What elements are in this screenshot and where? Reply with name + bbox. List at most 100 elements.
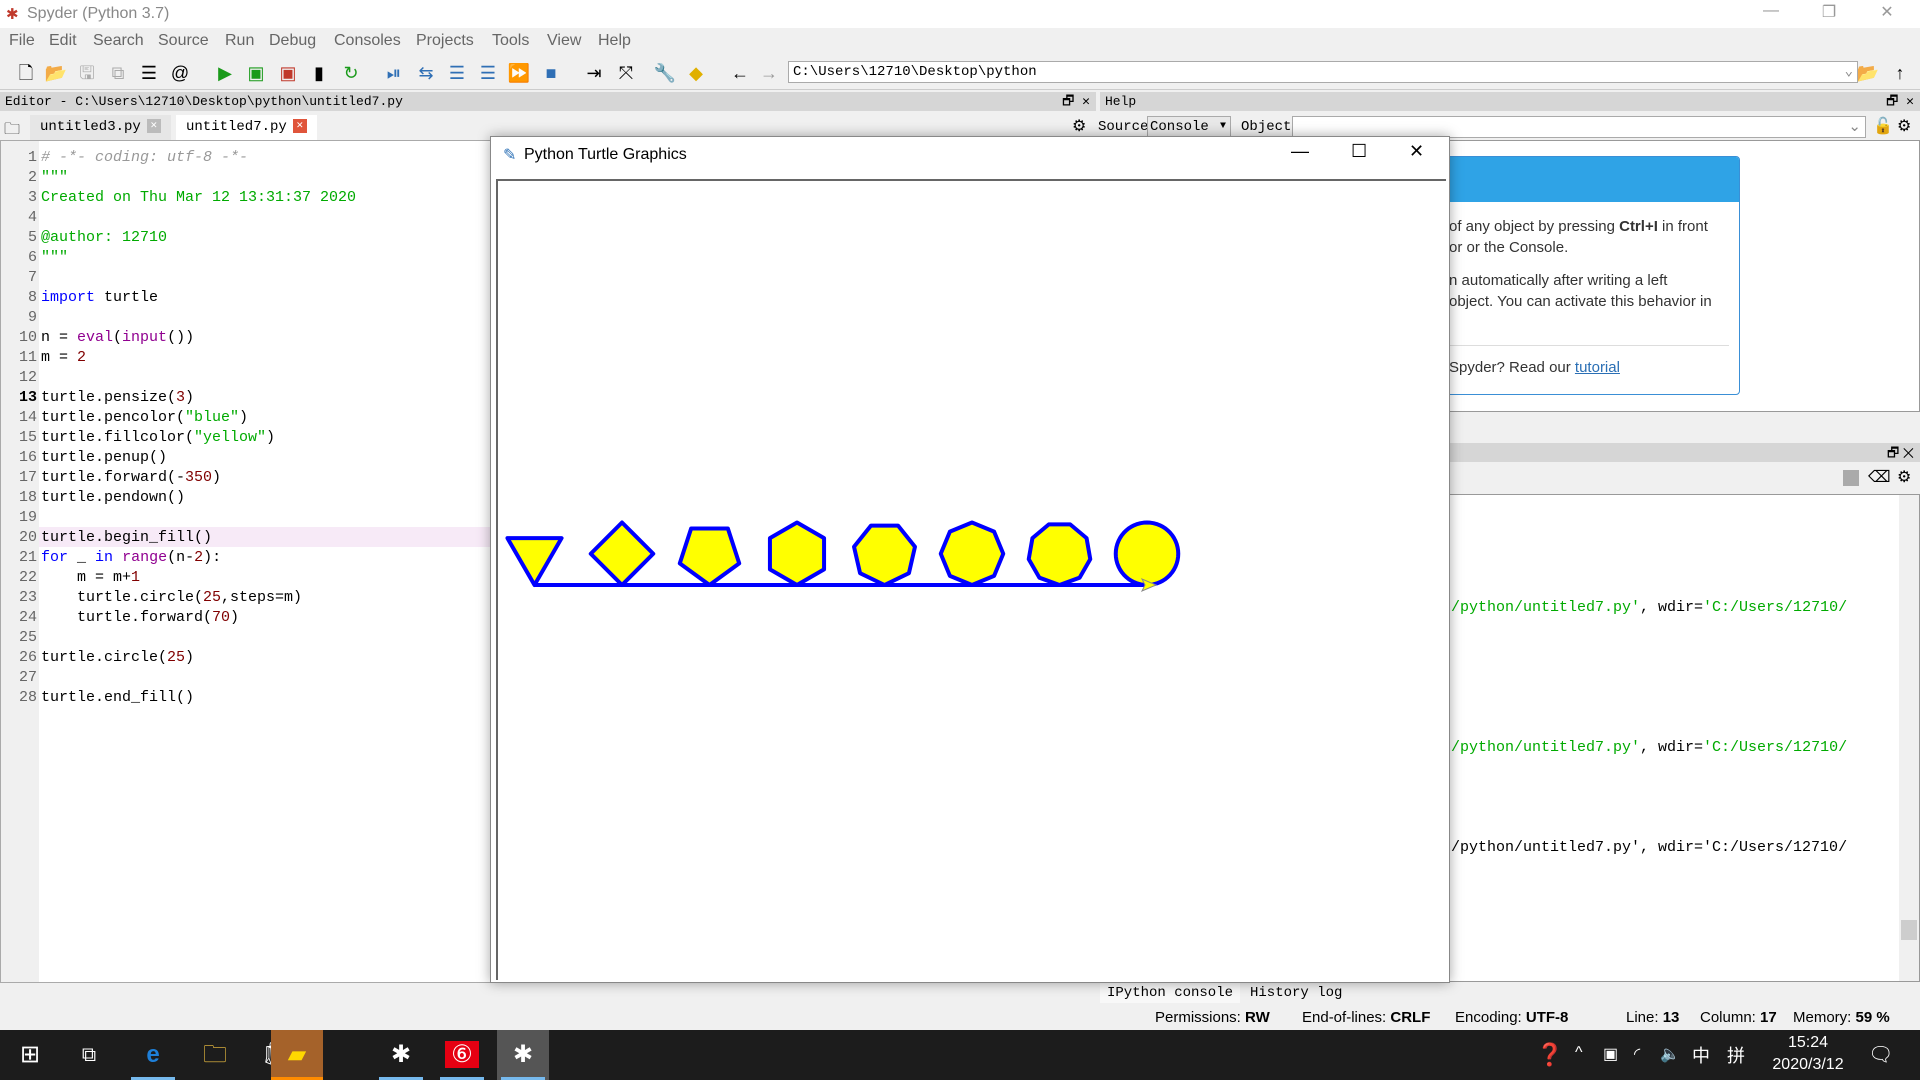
maximize-pane-icon[interactable]: ⇥: [582, 61, 606, 85]
tab-untitled3-py[interactable]: untitled3.py ✕: [30, 115, 171, 140]
show-hidden-icons[interactable]: ^: [1575, 1044, 1583, 1062]
step-into-icon[interactable]: ☰: [445, 61, 469, 85]
python-path-icon[interactable]: ◆: [684, 61, 708, 85]
wifi-icon[interactable]: ◜: [1634, 1044, 1640, 1064]
open-file-icon[interactable]: 📂: [44, 61, 68, 85]
maximize-button[interactable]: ☐: [1351, 141, 1367, 162]
undock-close-icons[interactable]: 🗗 ✕: [1886, 92, 1914, 111]
menu-search[interactable]: Search: [93, 32, 144, 50]
new-file-icon[interactable]: 🗋: [14, 61, 38, 85]
menu-edit[interactable]: Edit: [49, 32, 77, 50]
forward-arrow-icon[interactable]: →: [757, 61, 781, 85]
circle: [1113, 520, 1181, 587]
close-button[interactable]: ✕: [1409, 141, 1424, 162]
tutorial-link[interactable]: tutorial: [1575, 359, 1620, 376]
undock-close-icons[interactable]: 🗗 ✕: [1062, 92, 1090, 111]
source-select[interactable]: Console ▼: [1147, 116, 1231, 138]
eraser-icon[interactable]: ⌫: [1868, 467, 1891, 487]
line-number: 1: [27, 149, 37, 166]
console-scrollbar[interactable]: [1899, 495, 1919, 981]
code-line: turtle.circle(25): [41, 649, 194, 666]
menu-run[interactable]: Run: [225, 32, 254, 50]
restore-button[interactable]: ❐: [1809, 2, 1849, 26]
run-cell-advance-icon[interactable]: ▣: [276, 61, 300, 85]
menu-consoles[interactable]: Consoles: [334, 32, 401, 50]
line-number: 27: [18, 669, 37, 686]
close-tab-icon[interactable]: ✕: [146, 119, 161, 134]
at-icon[interactable]: @: [168, 61, 192, 85]
menu-debug[interactable]: Debug: [269, 32, 316, 50]
menu-projects[interactable]: Projects: [416, 32, 474, 50]
menu-tools[interactable]: Tools: [492, 32, 529, 50]
stop-kernel-icon[interactable]: [1843, 470, 1859, 486]
stop-icon[interactable]: ■: [539, 61, 563, 85]
notification-icon[interactable]: 🗨: [1868, 1042, 1893, 1067]
browse-folder-icon[interactable]: 📂: [1856, 61, 1880, 85]
clock-date[interactable]: 2020/3/12: [1768, 1056, 1848, 1074]
back-arrow-icon[interactable]: ←: [728, 61, 752, 85]
tab-history-log[interactable]: History log: [1250, 983, 1350, 1003]
gear-icon[interactable]: ⚙: [1897, 116, 1911, 136]
menu-view[interactable]: View: [547, 32, 581, 50]
continue-icon[interactable]: ⏩: [507, 61, 531, 85]
console-token: , wdir=: [1640, 599, 1704, 616]
chevron-down-icon[interactable]: ⌄: [1845, 62, 1853, 82]
line-number: 14: [18, 409, 37, 426]
minimize-button[interactable]: —: [1751, 2, 1791, 26]
turtle-graphics-window[interactable]: ✎ Python Turtle Graphics — ☐ ✕: [490, 136, 1450, 983]
scrollbar-thumb[interactable]: [1901, 920, 1917, 940]
close-button[interactable]: ✕: [1867, 2, 1907, 26]
gear-icon[interactable]: ⚙: [1897, 467, 1911, 487]
code-token: 25: [167, 649, 186, 666]
parent-dir-icon[interactable]: ↑: [1888, 61, 1912, 85]
ime-mode[interactable]: 拼: [1727, 1042, 1745, 1068]
divider: [1449, 345, 1729, 346]
sticky-notes-icon[interactable]: ▰: [271, 1030, 323, 1080]
lock-icon[interactable]: 🔓: [1873, 116, 1893, 136]
step-return-icon[interactable]: ☰: [476, 61, 500, 85]
code-line: """: [41, 169, 68, 186]
tab-ipython-console[interactable]: IPython console: [1100, 983, 1240, 1003]
spyder-app-active-icon[interactable]: ✱: [497, 1030, 549, 1080]
save-all-icon[interactable]: ⧉: [106, 61, 130, 85]
run-selection-icon[interactable]: ▮: [307, 61, 331, 85]
turtle-canvas[interactable]: [496, 179, 1446, 980]
code-line: turtle.forward(-350): [41, 469, 221, 486]
network-app-icon[interactable]: ▣: [1603, 1044, 1618, 1064]
rerun-icon[interactable]: ↻: [339, 61, 363, 85]
edge-browser-icon[interactable]: e: [127, 1030, 179, 1080]
menu-source[interactable]: Source: [158, 32, 209, 50]
chevron-down-icon[interactable]: ⌄: [1848, 117, 1861, 135]
run-icon[interactable]: ▶: [213, 61, 237, 85]
undock-close-icons[interactable]: 🗗 ✕: [1887, 443, 1914, 462]
spyder-app-icon[interactable]: ✱: [375, 1030, 427, 1080]
minimize-button[interactable]: —: [1291, 141, 1309, 162]
code-token: ):: [203, 549, 222, 566]
volume-icon[interactable]: 🔈: [1660, 1044, 1680, 1064]
file-explorer-icon[interactable]: 🗀: [189, 1030, 241, 1080]
task-view-icon[interactable]: ⧉: [63, 1030, 115, 1080]
tab-untitled7-py[interactable]: untitled7.py ✕: [176, 115, 317, 140]
line-number: 25: [18, 629, 37, 646]
fullscreen-icon[interactable]: ⤧: [614, 61, 638, 85]
code-line: turtle.pencolor("blue"): [41, 409, 248, 426]
step-icon[interactable]: ⇆: [414, 61, 438, 85]
help-tray-icon[interactable]: ❓: [1536, 1042, 1563, 1068]
windows-start-icon[interactable]: ⊞: [4, 1030, 56, 1080]
menu-file[interactable]: File: [9, 32, 35, 50]
taskbar: ⊞ ⧉ e 🗀 🛍 ▰ ✱ ⑥ ✱ ❓ ^ ▣ ◜ 🔈 中 拼 15:24 20…: [0, 1030, 1920, 1080]
clock-time[interactable]: 15:24: [1772, 1034, 1844, 1052]
netease-music-icon[interactable]: ⑥: [436, 1030, 488, 1080]
outline-icon[interactable]: ☰: [137, 61, 161, 85]
gear-icon[interactable]: ⚙: [1072, 116, 1086, 136]
menu-help[interactable]: Help: [598, 32, 631, 50]
ime-language[interactable]: 中: [1692, 1042, 1710, 1068]
preferences-wrench-icon[interactable]: 🔧: [653, 61, 677, 85]
close-tab-icon[interactable]: ✕: [292, 119, 307, 134]
save-icon[interactable]: 🖫: [75, 61, 99, 85]
run-cell-icon[interactable]: ▣: [244, 61, 268, 85]
debug-icon[interactable]: ⏯: [382, 61, 406, 85]
code-line: @author: 12710: [41, 229, 167, 246]
working-directory-input[interactable]: C:\Users\12710\Desktop\python ⌄: [788, 61, 1858, 83]
object-input[interactable]: ⌄: [1292, 116, 1866, 138]
